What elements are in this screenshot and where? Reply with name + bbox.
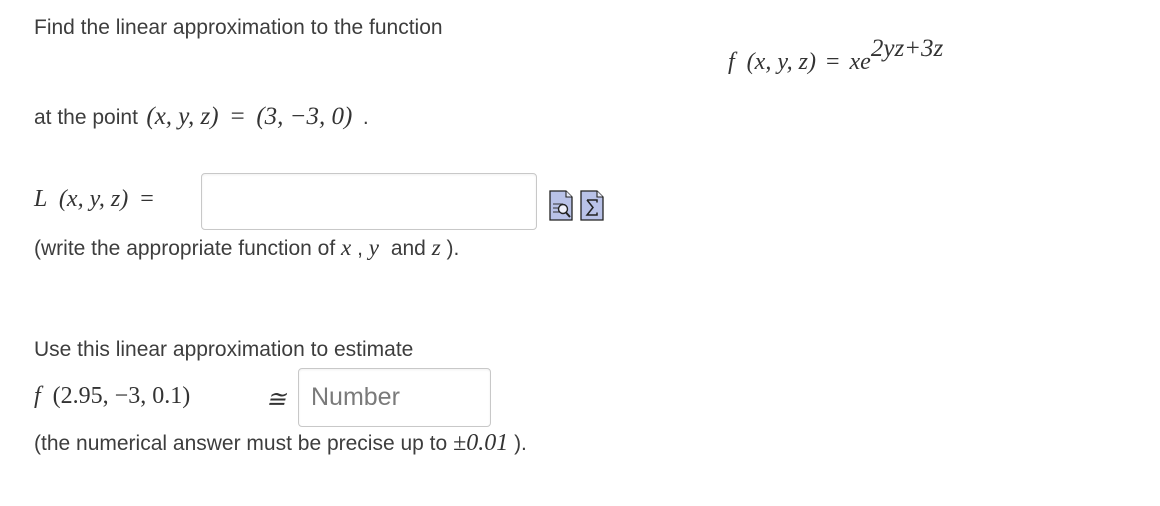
function-equals: = (825, 49, 840, 75)
point-line: at the point (x, y, z) = (3, −3, 0) . (34, 103, 369, 131)
function-base: xe (849, 49, 871, 75)
point-value: (3, −3, 0) (256, 103, 353, 130)
point-suffix: . (362, 106, 369, 129)
function-exponent: 2yz+3z (870, 35, 944, 62)
estimate-intro: Use this linear approximation to estimat… (34, 338, 414, 361)
point-prefix: at the point (34, 106, 138, 129)
hint-and: and (390, 237, 426, 260)
linear-label: L (x, y, z) = (34, 186, 154, 213)
point-lhs: (x, y, z) (146, 103, 219, 130)
linear-label-equals: = (140, 186, 154, 212)
point-equals: = (229, 103, 246, 130)
hint-z: z (431, 235, 441, 260)
linear-approximation-input[interactable] (201, 173, 537, 230)
hint-suffix: ). (446, 237, 460, 260)
equation-editor-icon[interactable] (580, 190, 604, 221)
linear-hint: (write the appropriate function of x , y… (34, 235, 459, 261)
formula-preview-icon[interactable] (549, 190, 573, 221)
function-args: (x, y, z) (746, 49, 816, 75)
hint-prefix: (write the appropriate function of (34, 237, 336, 260)
hint-y: y (368, 235, 379, 260)
function-definition: f (x, y, z) = xe2yz+3z (728, 35, 943, 76)
estimate-lhs-name: f (34, 383, 41, 409)
precision-value: ±0.01 (453, 430, 509, 456)
problem-intro: Find the linear approximation to the fun… (34, 16, 443, 39)
linear-label-args: (x, y, z) (58, 186, 129, 212)
precision-note: (the numerical answer must be precise up… (34, 430, 527, 457)
estimate-number-input[interactable] (298, 368, 491, 427)
precision-prefix: (the numerical answer must be precise up… (34, 432, 448, 455)
approx-symbol: ≅ (266, 387, 287, 413)
function-name: f (728, 49, 735, 75)
precision-suffix: ). (514, 432, 527, 455)
hint-sep: , (357, 237, 363, 260)
estimate-lhs: f (2.95, −3, 0.1) (34, 383, 190, 410)
estimate-lhs-args: (2.95, −3, 0.1) (52, 383, 191, 409)
linear-label-name: L (34, 186, 47, 212)
hint-x: x (341, 235, 352, 260)
